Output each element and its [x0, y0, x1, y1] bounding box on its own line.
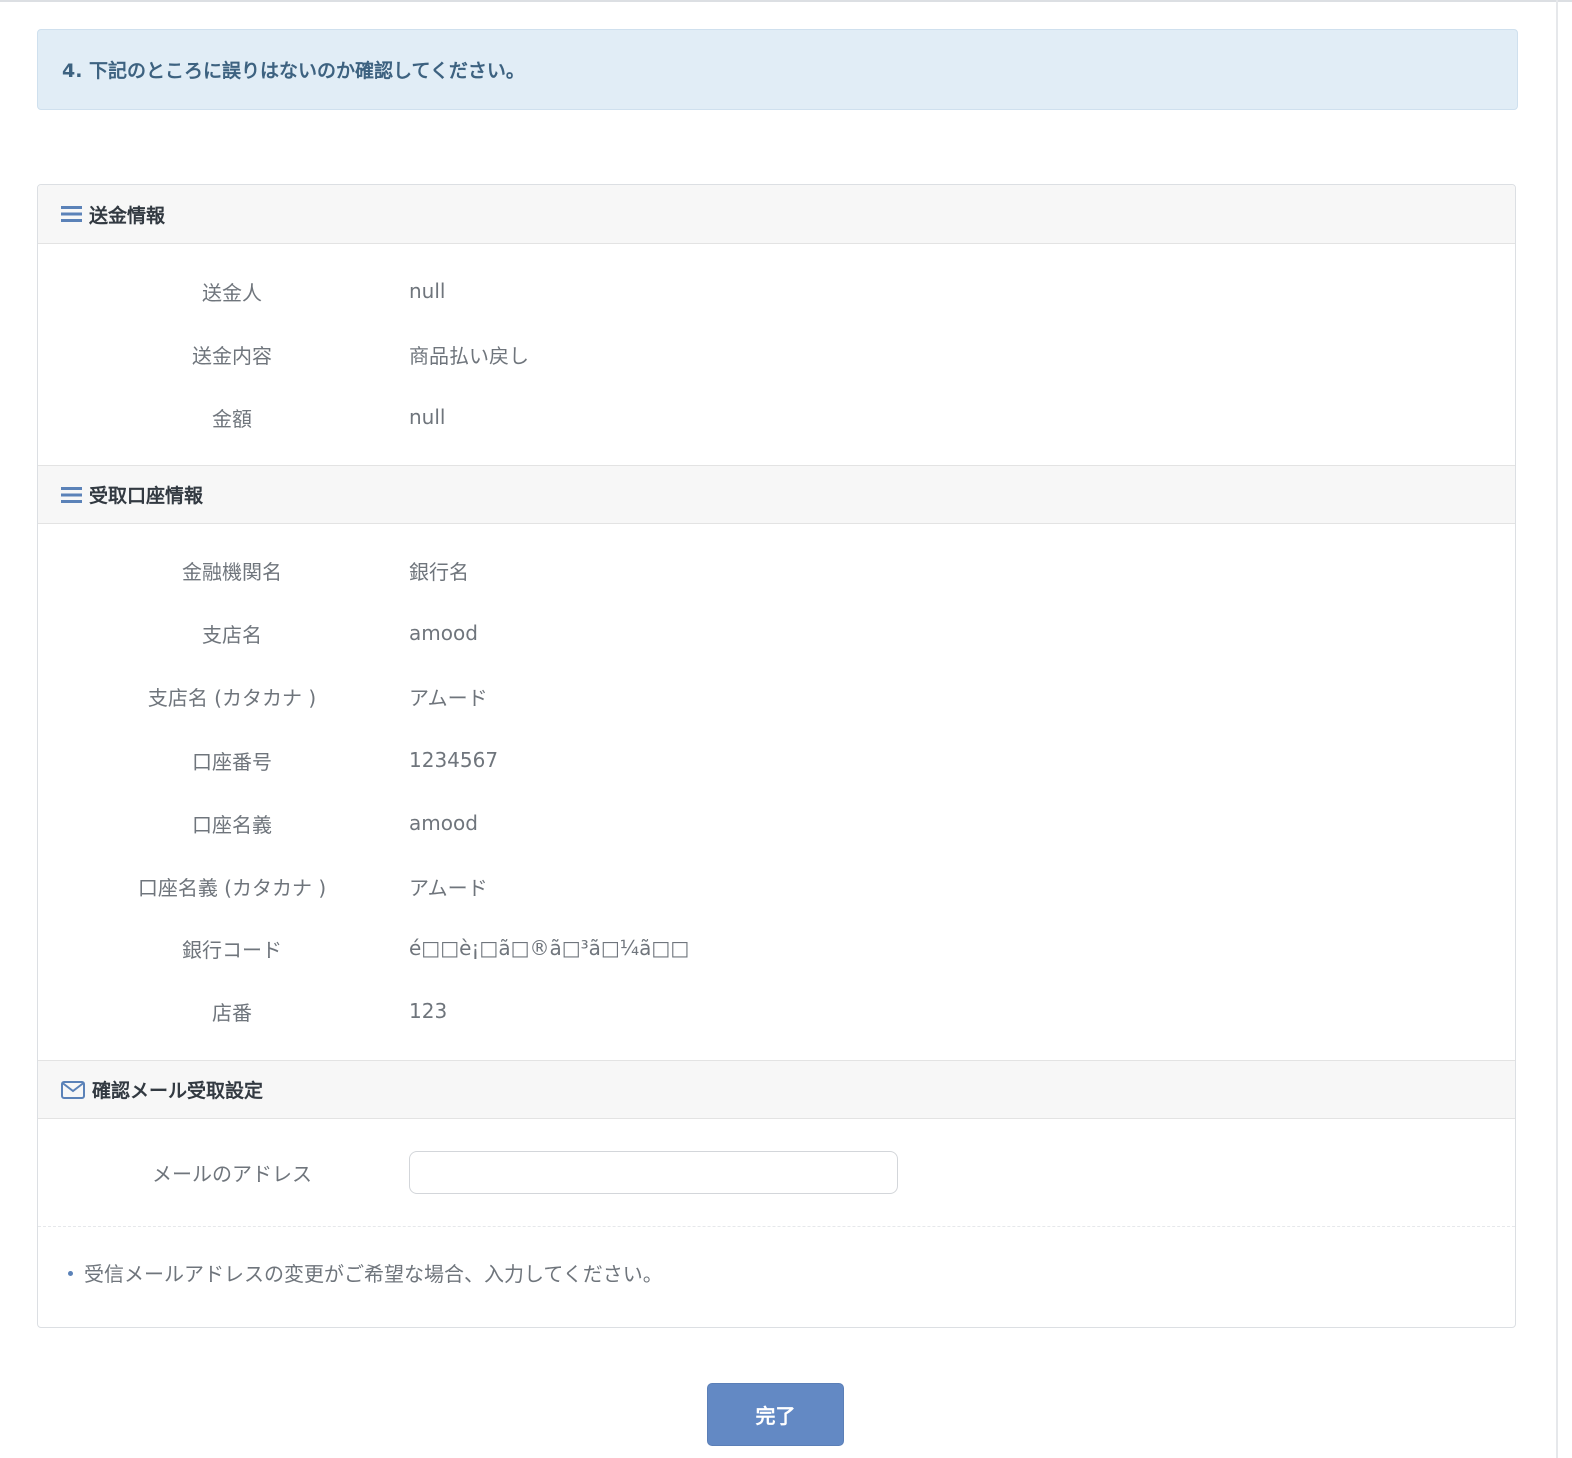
field-value: 1234567: [409, 748, 499, 772]
notice-text: 4. 下記のところに誤りはないのか確認してください。: [62, 60, 525, 82]
field-value: アムード: [409, 875, 488, 900]
section-header-account: 受取口座情報: [38, 465, 1515, 524]
top-divider: [0, 0, 1572, 2]
field-label: 金融機関名: [182, 559, 282, 584]
field-value: 123: [409, 999, 448, 1023]
field-label: 金額: [212, 406, 252, 431]
row-branch-number: 店番 123: [38, 991, 1515, 1031]
email-note: 受信メールアドレスの変更がご希望な場合、入力してください。: [68, 1258, 663, 1287]
section-title: 確認メール受取設定: [92, 1080, 264, 1102]
field-label: 口座名義: [192, 812, 272, 837]
row-bank-name: 金融機関名 銀行名: [38, 550, 1515, 590]
row-branch-name: 支店名 amood: [38, 613, 1515, 653]
field-label: 支店名 (カタカナ ): [147, 685, 317, 710]
confirmation-notice: 4. 下記のところに誤りはないのか確認してください。: [37, 29, 1518, 110]
field-label: 送金人: [202, 280, 262, 305]
row-account-holder-kana: 口座名義 (カタカナ ) アムード: [38, 866, 1515, 906]
envelope-icon: [61, 1080, 85, 1099]
section-header-transfer: 送金情報: [38, 185, 1515, 244]
dashed-divider: [38, 1226, 1515, 1227]
email-address-input[interactable]: [409, 1151, 898, 1194]
field-value: amood: [409, 811, 478, 835]
field-label: 銀行コード: [182, 937, 282, 962]
row-transfer-content: 送金内容 商品払い戻し: [38, 334, 1515, 374]
note-text: 受信メールアドレスの変更がご希望な場合、入力してください。: [84, 1262, 663, 1286]
field-value: アムード: [409, 685, 488, 710]
field-value: null: [409, 405, 446, 429]
done-button[interactable]: 完了: [707, 1383, 844, 1446]
section-title: 受取口座情報: [89, 485, 204, 507]
field-label: メールのアドレス: [152, 1161, 312, 1186]
row-account-holder: 口座名義 amood: [38, 803, 1515, 843]
scrollbar-track: [1556, 0, 1558, 1458]
row-bank-code: 銀行コード é□□è¡□ã□®ã□³ã□¼ã□□: [38, 928, 1515, 968]
confirmation-panel: 送金情報 送金人 null 送金内容 商品払い戻し 金額 null 受取口座情報…: [37, 184, 1516, 1328]
field-value: null: [409, 279, 446, 303]
list-icon: [61, 486, 82, 504]
field-value: é□□è¡□ã□®ã□³ã□¼ã□□: [409, 936, 690, 960]
section-title: 送金情報: [89, 204, 166, 227]
field-value: 銀行名: [409, 559, 469, 584]
row-branch-name-kana: 支店名 (カタカナ ) アムード: [38, 676, 1515, 716]
field-label: 口座番号: [192, 749, 272, 774]
row-account-number: 口座番号 1234567: [38, 740, 1515, 780]
list-icon: [61, 205, 82, 223]
section-header-email: 確認メール受取設定: [38, 1060, 1515, 1119]
field-label: 店番: [212, 1000, 252, 1025]
row-sender: 送金人 null: [38, 271, 1515, 311]
bullet-icon: [68, 1271, 73, 1276]
field-value: 商品払い戻し: [409, 343, 529, 368]
field-value: amood: [409, 621, 478, 645]
field-label: 支店名: [202, 622, 262, 647]
field-label: 口座名義 (カタカナ ): [137, 875, 327, 900]
row-amount: 金額 null: [38, 397, 1515, 437]
field-label: 送金内容: [192, 343, 272, 368]
